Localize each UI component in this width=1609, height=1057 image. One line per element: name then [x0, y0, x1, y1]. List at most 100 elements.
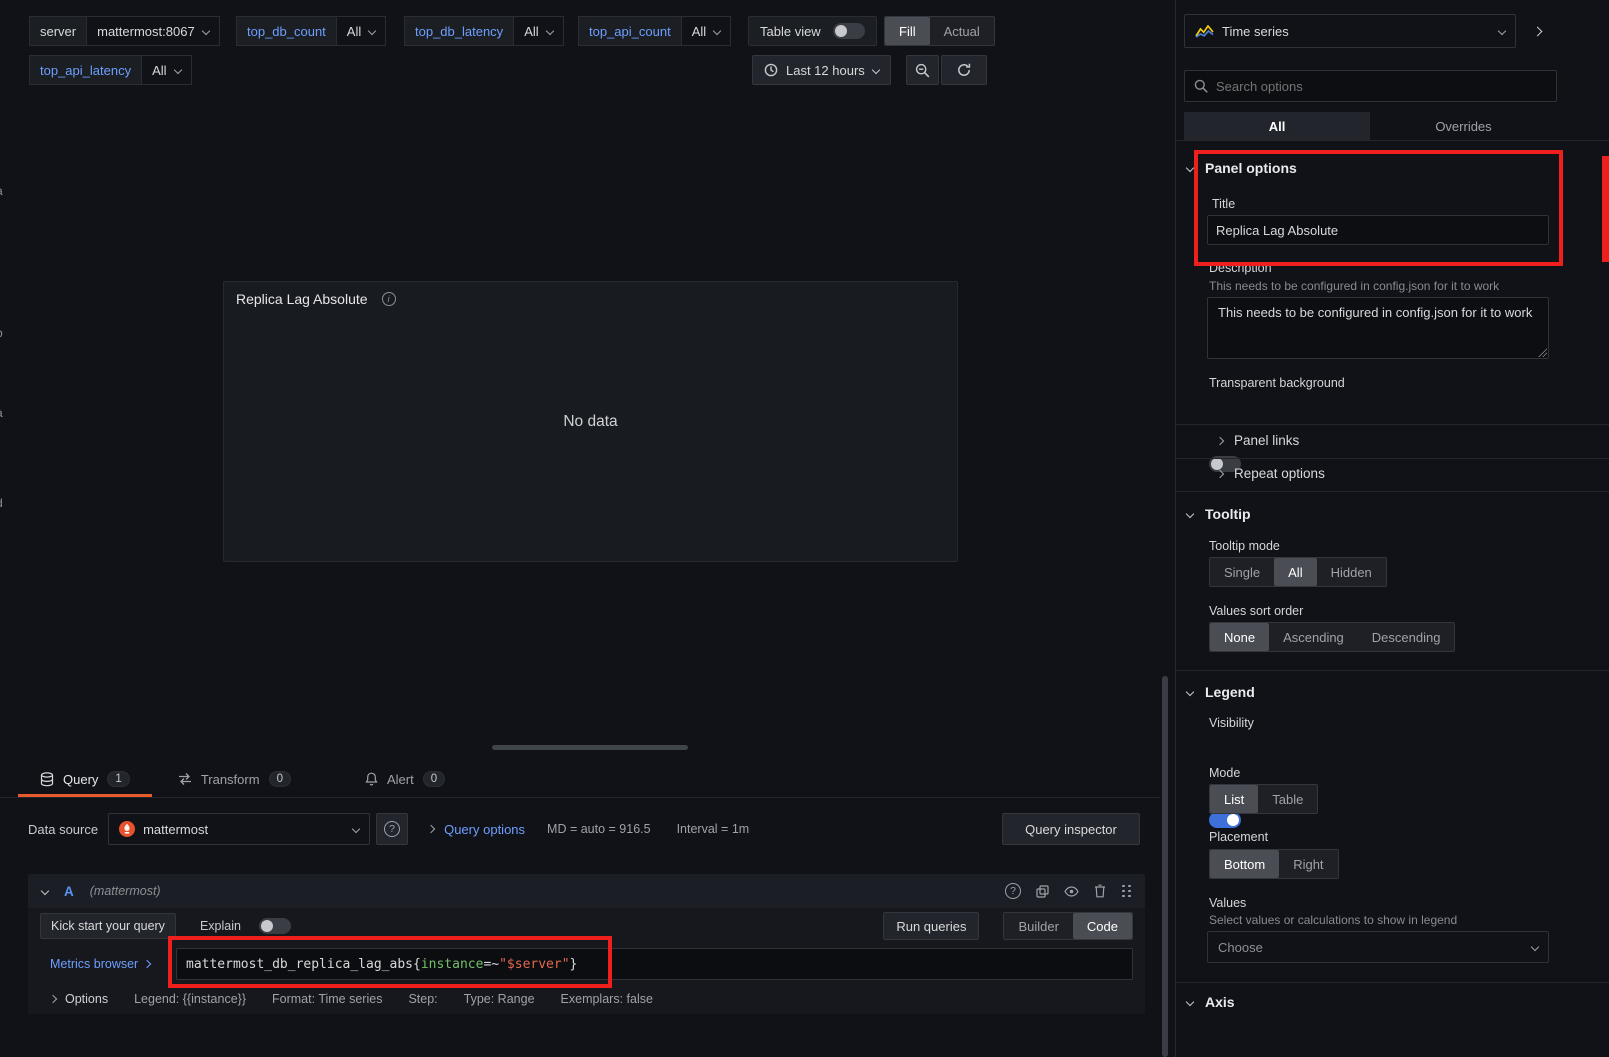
sort-none[interactable]: None — [1210, 623, 1269, 651]
drag-handle-icon[interactable] — [1121, 885, 1131, 898]
interval-text: Interval = 1m — [677, 822, 750, 836]
legend-mode-list[interactable]: List — [1210, 785, 1258, 813]
divider — [1176, 424, 1609, 425]
tab-transform[interactable]: Transform 0 — [156, 764, 313, 797]
legend-values-select[interactable]: Choose — [1207, 931, 1549, 963]
datasource-help-button[interactable] — [376, 813, 408, 845]
kick-start-label: Kick start your query — [51, 919, 165, 933]
variable-value-dropdown[interactable]: All — [141, 55, 191, 85]
metrics-browser-link[interactable]: Metrics browser — [50, 957, 176, 971]
title-field-wrap — [1207, 215, 1549, 245]
options-toggle[interactable]: Options — [50, 992, 108, 1006]
info-icon[interactable] — [382, 292, 396, 306]
tab-alert[interactable]: Alert 0 — [343, 764, 467, 797]
explain-toggle[interactable] — [259, 918, 291, 934]
tooltip-mode-hidden[interactable]: Hidden — [1317, 558, 1386, 586]
transform-icon — [178, 772, 192, 786]
visibility-label: Visibility — [1209, 716, 1254, 730]
builder-option[interactable]: Builder — [1004, 913, 1072, 939]
tab-label: Transform — [201, 772, 260, 787]
repeat-options-toggle[interactable]: Repeat options — [1217, 466, 1325, 481]
tooltip-mode-single[interactable]: Single — [1210, 558, 1274, 586]
variable-value-dropdown[interactable]: All — [513, 16, 563, 46]
section-heading: Tooltip — [1205, 506, 1251, 522]
variable-value-dropdown[interactable]: mattermost:8067 — [86, 16, 220, 46]
chevron-right-icon — [143, 960, 151, 968]
tab-overrides[interactable]: Overrides — [1370, 112, 1557, 140]
scrollbar-thumb[interactable] — [1162, 676, 1168, 1057]
bell-icon — [365, 772, 378, 786]
search-input[interactable] — [1216, 71, 1547, 101]
panel-title-input[interactable] — [1207, 215, 1549, 245]
table-view-toggle[interactable] — [833, 23, 865, 39]
query-inspector-button[interactable]: Query inspector — [1002, 813, 1140, 845]
section-heading: Axis — [1205, 994, 1235, 1010]
code-option[interactable]: Code — [1073, 913, 1132, 939]
run-queries-button[interactable]: Run queries — [883, 912, 979, 940]
datasource-select[interactable]: mattermost — [108, 813, 370, 845]
variable-label: server — [29, 16, 86, 46]
description-label: Description — [1209, 261, 1272, 275]
variable-label: top_api_count — [578, 16, 681, 46]
tooltip-mode-all[interactable]: All — [1274, 558, 1316, 586]
query-inspector-label: Query inspector — [1025, 822, 1117, 837]
resize-corner-icon[interactable] — [1537, 347, 1547, 357]
help-icon[interactable] — [1005, 883, 1021, 899]
query-actions — [1005, 883, 1131, 899]
promql-expression-input[interactable]: mattermost_db_replica_lag_abs{instance=~… — [176, 948, 1133, 980]
query-card: A (mattermost) Kick start your query — [28, 874, 1145, 1014]
tab-count-badge: 0 — [423, 771, 445, 787]
sort-ascending[interactable]: Ascending — [1269, 623, 1358, 651]
chevron-down-icon[interactable] — [41, 887, 49, 895]
datasource-label: Data source — [28, 822, 98, 837]
no-data-text: No data — [563, 413, 617, 431]
legend-values-help: Select values or calculations to show in… — [1209, 913, 1457, 927]
legend-mode-label: Mode — [1209, 766, 1240, 780]
expr-close-brace: } — [570, 957, 578, 972]
tab-all[interactable]: All — [1184, 112, 1370, 140]
query-header[interactable]: A (mattermost) — [28, 874, 1145, 908]
eye-icon[interactable] — [1064, 886, 1079, 897]
query-options-toggle[interactable]: Query options — [444, 822, 525, 837]
datasource-name: mattermost — [143, 822, 208, 837]
panel-links-toggle[interactable]: Panel links — [1217, 433, 1299, 448]
search-options-box — [1184, 70, 1557, 102]
collapse-pane-button[interactable] — [1522, 14, 1552, 48]
section-legend[interactable]: Legend — [1187, 684, 1255, 700]
clock-icon — [764, 63, 778, 77]
tab-query[interactable]: Query 1 — [18, 764, 152, 797]
chevron-down-icon — [201, 27, 209, 35]
fill-option[interactable]: Fill — [885, 17, 930, 45]
placement-right[interactable]: Right — [1279, 850, 1337, 878]
section-tooltip[interactable]: Tooltip — [1187, 506, 1251, 522]
metrics-browser-label: Metrics browser — [50, 957, 138, 971]
variable-value-dropdown[interactable]: All — [681, 16, 731, 46]
pane-resize-handle[interactable] — [492, 745, 688, 750]
description-textarea[interactable]: This needs to be configured in config.js… — [1207, 297, 1549, 359]
variable-top-api-count: top_api_count All — [578, 16, 731, 46]
edge-fragment: a — [0, 406, 3, 420]
duplicate-icon[interactable] — [1036, 885, 1049, 898]
variable-value-dropdown[interactable]: All — [336, 16, 386, 46]
panel-header: Replica Lag Absolute — [224, 282, 957, 316]
actual-option[interactable]: Actual — [930, 17, 994, 45]
meta-type: Type: Range — [464, 992, 535, 1006]
kick-start-button[interactable]: Kick start your query — [40, 913, 176, 939]
time-range-picker[interactable]: Last 12 hours — [752, 55, 891, 85]
builder-code-group: Builder Code — [1003, 912, 1133, 940]
refresh-button[interactable] — [941, 55, 987, 85]
visualization-picker[interactable]: Time series — [1184, 14, 1516, 48]
sort-descending[interactable]: Descending — [1358, 623, 1455, 651]
zoom-out-button[interactable] — [906, 55, 939, 85]
panel-links-label: Panel links — [1234, 433, 1299, 448]
trash-icon[interactable] — [1094, 884, 1106, 898]
panel-preview[interactable]: Replica Lag Absolute No data — [223, 281, 958, 562]
section-panel-options[interactable]: Panel options — [1187, 160, 1297, 176]
meta-step: Step: — [408, 992, 437, 1006]
legend-mode-table[interactable]: Table — [1258, 785, 1317, 813]
visibility-toggle[interactable] — [1209, 812, 1241, 828]
section-axis[interactable]: Axis — [1187, 994, 1235, 1010]
divider — [1176, 491, 1609, 492]
placement-bottom[interactable]: Bottom — [1210, 850, 1279, 878]
placement-label: Placement — [1209, 830, 1268, 844]
